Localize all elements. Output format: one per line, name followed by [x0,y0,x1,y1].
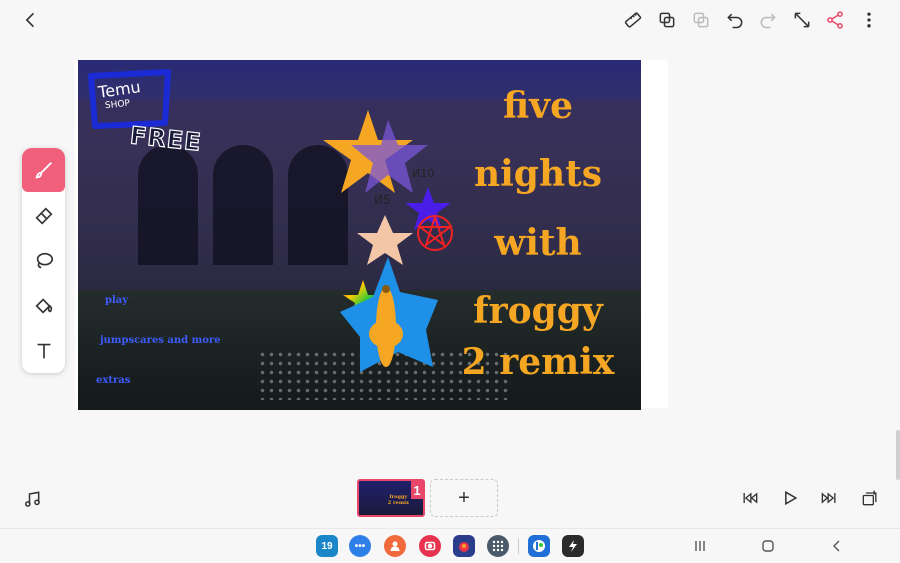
page-number-badge: 1 [411,481,423,499]
eraser-tool[interactable] [22,194,65,238]
layers-icon[interactable] [653,6,681,34]
menu-extras[interactable]: extras [96,375,130,386]
background-arch [138,145,198,265]
undo-icon[interactable] [721,6,749,34]
screen-recorder-app-icon[interactable] [419,535,441,557]
app-drawer-icon[interactable] [487,535,509,557]
canvas-frame: Temu SHOP FREE И5 И10 five nights with f… [75,60,668,410]
title-line: froggy [473,290,603,332]
contacts-app-icon[interactable] [384,535,406,557]
recent-apps-icon[interactable] [689,536,711,556]
background-arch [213,145,273,265]
back-icon[interactable] [17,6,45,34]
more-icon[interactable] [855,6,883,34]
star-label: И10 [412,167,435,180]
text-tool[interactable] [22,329,65,373]
lasso-icon [36,252,53,269]
text-icon [37,343,50,359]
brush-tool[interactable] [22,148,65,192]
lasso-tool[interactable] [22,239,65,283]
froggy-character [340,257,438,372]
tool-panel [22,148,65,373]
title-line: nights [473,153,603,195]
game-app-icon[interactable] [453,535,475,557]
add-page-button[interactable]: + [430,479,498,517]
eraser-icon [34,207,53,225]
drawing-canvas[interactable]: Temu SHOP FREE И5 И10 five nights with f… [78,60,641,410]
music-icon[interactable] [18,485,46,513]
menu-jumpscares[interactable]: jumpscares and more [100,335,221,346]
title-line: with [494,222,582,264]
star-label: И5 [374,193,391,207]
calendar-app-icon[interactable]: 19 [316,535,338,557]
home-icon[interactable] [757,536,779,556]
export-icon[interactable] [856,484,884,512]
skip-to-end-icon[interactable] [815,484,843,512]
title-line: 2 remix [461,341,615,383]
paint-bucket-icon [34,298,52,314]
fullscreen-icon[interactable] [788,6,816,34]
title-line: five [503,85,573,127]
brush-icon [34,162,52,179]
fill-tool[interactable] [22,284,65,328]
page-thumbnail[interactable]: froggy 2 remix 1 [357,479,425,517]
duplicate-icon[interactable] [687,6,715,34]
messages-app-icon[interactable]: ••• [349,535,371,557]
menu-play[interactable]: play [105,295,128,306]
flash-app-icon[interactable] [562,535,584,557]
scroll-handle[interactable] [896,430,900,480]
redo-icon[interactable] [754,6,782,34]
dock-divider [518,538,519,554]
play-icon[interactable] [776,484,804,512]
drawing-app: Temu SHOP FREE И5 И10 five nights with f… [0,0,900,563]
ibis-paint-app-icon[interactable] [528,535,550,557]
system-back-icon[interactable] [826,536,848,556]
share-icon[interactable] [821,6,849,34]
ruler-icon[interactable] [619,6,647,34]
thumbnail-text: froggy 2 remix [387,494,409,506]
skip-to-start-icon[interactable] [736,484,764,512]
